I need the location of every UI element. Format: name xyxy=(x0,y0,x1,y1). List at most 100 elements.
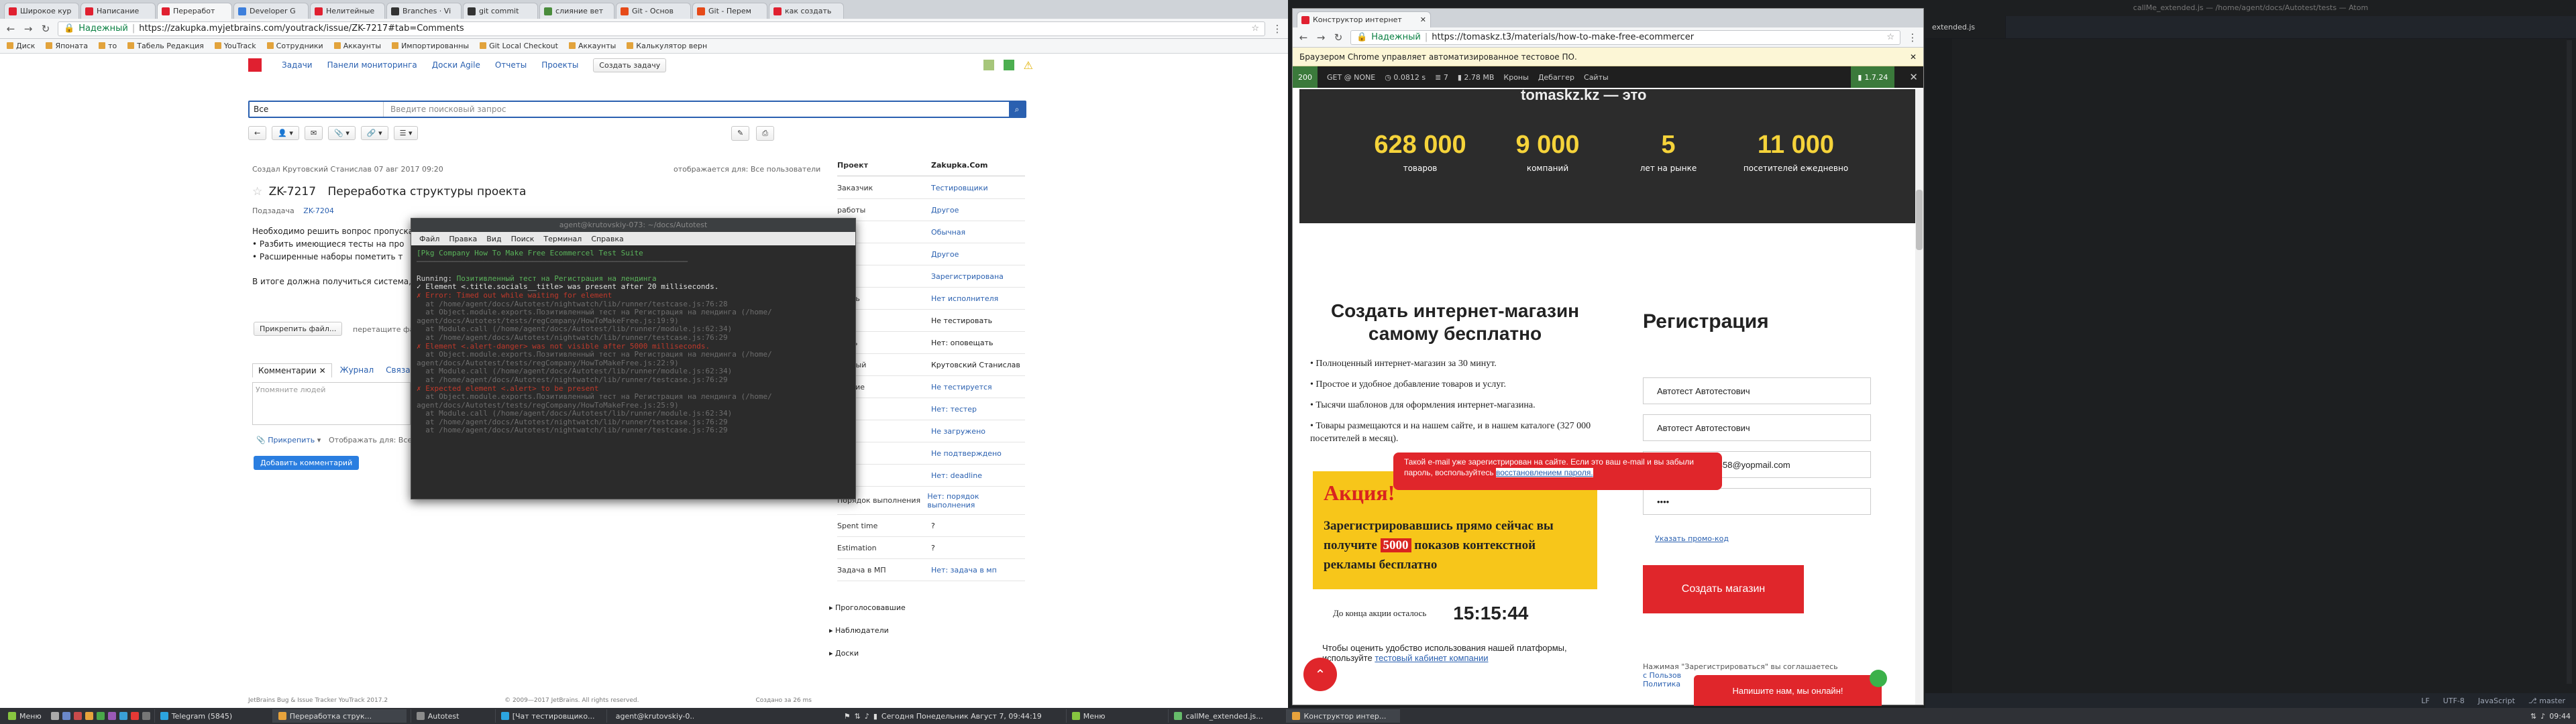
status-code[interactable]: 200 xyxy=(1293,66,1318,88)
field-row[interactable]: ованиеНе тестируется xyxy=(837,376,1025,398)
name-input[interactable]: Автотест Автотестович xyxy=(1643,377,1871,404)
field-row[interactable]: Зарегистрирована xyxy=(837,265,1025,288)
grammar-indicator[interactable]: JavaScript xyxy=(2478,697,2515,705)
taskbar-chrome-left[interactable]: Переработка струк... xyxy=(272,709,407,723)
edit-icon[interactable]: ✎ xyxy=(731,126,750,141)
nav-issues[interactable]: Задачи xyxy=(282,60,313,70)
create-shop-button[interactable]: Создать магазин xyxy=(1643,565,1804,613)
taskbar-folder[interactable]: Autotest xyxy=(410,709,491,723)
right-address-bar[interactable]: 🔒 Надежный | https://tomaskz.t3/material… xyxy=(1350,29,1900,45)
tab-2-active[interactable]: Переработ xyxy=(157,3,232,19)
field-row[interactable]: Не загружено xyxy=(837,420,1025,442)
taskbar-chat[interactable]: [Чат тестировщико... xyxy=(494,709,602,723)
attach-link[interactable]: 📎 Прикрепить ▾ xyxy=(256,436,321,444)
start-menu-button-2[interactable]: Меню xyxy=(1065,709,1111,723)
back-icon[interactable]: ← xyxy=(1298,32,1309,44)
visible-to[interactable]: отображается для: Все пользователи xyxy=(674,165,820,174)
bookmark-10[interactable]: Калькулятор верн xyxy=(627,42,707,50)
star-icon[interactable]: ☆ xyxy=(1886,32,1894,42)
bookmark-2[interactable]: то xyxy=(99,42,117,50)
attach-icon[interactable]: 📎 ▾ xyxy=(328,126,356,140)
field-row[interactable]: тенныйКрутовский Станислав xyxy=(837,354,1025,376)
tab-0[interactable]: Широкое кур xyxy=(4,3,79,19)
tab-10[interactable]: как создать xyxy=(769,3,844,19)
network-icon[interactable]: ⇅ xyxy=(855,712,861,721)
chat-widget[interactable]: Напишите нам, мы онлайн! xyxy=(1694,670,1887,706)
app-icon[interactable] xyxy=(142,712,150,720)
comment-box[interactable]: Упомяните людей xyxy=(252,382,411,425)
app-icon[interactable] xyxy=(85,712,93,720)
debug-time[interactable]: ◷ 0.0812 s xyxy=(1385,73,1426,82)
search-icon[interactable]: ⌕ xyxy=(1009,102,1025,117)
surname-input[interactable]: Автотест Автотестович xyxy=(1643,414,1871,441)
debug-sites[interactable]: Сайты xyxy=(1584,73,1609,82)
terminal-output[interactable]: [Pkg Company How To Make Free Ecommercel… xyxy=(411,245,855,497)
bookmark-3[interactable]: Табель Редакция xyxy=(127,42,204,50)
atom-scrollbar[interactable] xyxy=(2567,40,2572,684)
clock-right[interactable]: 09:44 xyxy=(2549,712,2571,721)
tab-3[interactable]: Developer G xyxy=(233,3,309,19)
line-ending-indicator[interactable]: LF xyxy=(2421,697,2429,705)
menu-edit[interactable]: Правка xyxy=(449,235,477,243)
tab-comments[interactable]: Комментарии ✕ xyxy=(252,363,332,377)
tab-4[interactable]: Нелитейные xyxy=(310,3,385,19)
reload-icon[interactable]: ↻ xyxy=(40,23,51,35)
menu-search[interactable]: Поиск xyxy=(511,235,535,243)
menu-help[interactable]: Справка xyxy=(591,235,623,243)
field-row[interactable]: тетОбычная xyxy=(837,221,1025,243)
menu-icon[interactable]: ⋮ xyxy=(1907,32,1918,44)
forward-icon[interactable]: → xyxy=(23,23,34,35)
field-row[interactable]: Не подтверждено xyxy=(837,442,1025,465)
field-row[interactable]: Порядок выполнения Нет: порядок выполнени… xyxy=(837,487,1025,515)
field-row[interactable]: ительНет исполнителя xyxy=(837,288,1025,310)
tab-8[interactable]: Git - Основ xyxy=(616,3,691,19)
git-branch[interactable]: ⎇ master xyxy=(2528,697,2565,705)
menu-icon[interactable]: ⋮ xyxy=(1272,23,1283,35)
bookmark-6[interactable]: Аккаунты xyxy=(333,42,381,50)
reload-icon[interactable]: ↻ xyxy=(1333,32,1344,44)
field-row[interactable]: Нет: тестер xyxy=(837,398,1025,420)
taskbar-atom[interactable]: callMe_extended.js... xyxy=(1168,709,1282,723)
volume-icon[interactable]: ♪ xyxy=(865,712,869,721)
nav-projects[interactable]: Проекты xyxy=(541,60,578,70)
visible-for[interactable]: Отображать для: Все п xyxy=(329,436,419,444)
network-icon[interactable]: ⇅ xyxy=(2530,712,2536,721)
clock-left[interactable]: Сегодня Понедельник Август 7, 09:44:19 xyxy=(881,712,1042,721)
menu-terminal[interactable]: Терминал xyxy=(543,235,582,243)
terminal-window[interactable]: agent@krutovskiy-073: ~/docs/Autotest Фа… xyxy=(411,218,856,499)
bookmark-0[interactable]: Диск xyxy=(7,42,35,50)
field-row[interactable]: Spent time? xyxy=(837,515,1025,537)
debug-crons[interactable]: Кроны xyxy=(1503,73,1528,82)
nav-reports[interactable]: Отчеты xyxy=(495,60,527,70)
tab-constructor[interactable]: Конструктор интернет ✕ xyxy=(1297,11,1431,27)
app-icon[interactable] xyxy=(130,712,139,720)
star-toggle-icon[interactable]: ☆ xyxy=(252,185,262,198)
debug-memory[interactable]: ▮ 2.78 MB xyxy=(1458,73,1495,82)
field-row[interactable]: Нет: deadline xyxy=(837,465,1025,487)
taskbar-telegram[interactable]: Telegram (5845) xyxy=(154,709,268,723)
taskbar-terminal[interactable]: agent@krutovskiy-0... xyxy=(606,709,694,723)
app-icon[interactable] xyxy=(96,712,105,720)
password-input[interactable]: •••• xyxy=(1643,488,1871,515)
bookmark-8[interactable]: Git Local Checkout xyxy=(480,42,558,50)
menu-file[interactable]: Файл xyxy=(419,235,439,243)
parent-issue-link[interactable]: ZK-7204 xyxy=(303,206,334,215)
bookmark-1[interactable]: Японата xyxy=(46,42,88,50)
nav-agile-boards[interactable]: Доски Agile xyxy=(432,60,480,70)
field-row[interactable]: работы Другое xyxy=(837,199,1025,221)
back-icon[interactable]: ← xyxy=(5,23,16,35)
section-voters[interactable]: ▸ Проголосовавшие xyxy=(829,603,906,612)
assign-button[interactable]: 👤 ▾ xyxy=(272,126,299,140)
start-menu-button[interactable]: Меню xyxy=(3,709,47,723)
star-icon[interactable]: ☆ xyxy=(1251,23,1259,34)
comment-icon[interactable]: ✉ xyxy=(304,126,323,140)
volume-icon[interactable]: ♪ xyxy=(2540,712,2545,721)
link-icon[interactable]: 🔗 ▾ xyxy=(360,126,388,140)
close-icon[interactable]: ✕ xyxy=(1904,71,1923,83)
left-address-bar[interactable]: 🔒 Надежный | https://zakupka.myjetbrains… xyxy=(58,21,1265,36)
nav-dashboards[interactable]: Панели мониторинга xyxy=(327,60,417,70)
bookmark-4[interactable]: YouTrack xyxy=(214,42,256,50)
tab-5[interactable]: Branches · Vi xyxy=(386,3,462,19)
create-issue-button[interactable]: Создать задачу xyxy=(593,58,667,72)
restore-password-link[interactable]: восстановлением пароля. xyxy=(1495,468,1593,477)
